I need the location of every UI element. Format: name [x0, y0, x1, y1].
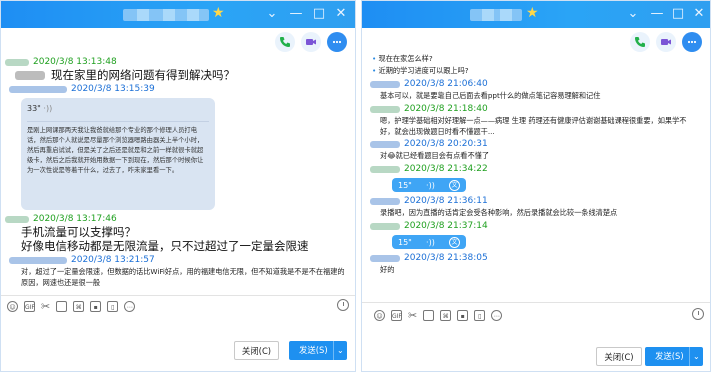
message-meta: 2020/3/8 13:15:39 — [5, 83, 351, 95]
title-bar[interactable]: ★ ⌄ — □ ✕ — [362, 1, 710, 28]
image-icon[interactable]: ▪ — [457, 310, 469, 321]
voice-transcribe-icon[interactable]: 文 — [449, 236, 460, 248]
voice-wave-icon: ·)) — [43, 104, 53, 113]
voice-message[interactable]: 15" ·)) 文 — [392, 235, 706, 249]
more-icon[interactable]: ⋯ — [124, 301, 136, 312]
message-text: 现在家里的网络问题有得到解决吗？ — [51, 68, 235, 82]
phone-icon — [635, 37, 645, 47]
send-label: 发送(S) — [655, 351, 684, 361]
more-options-button[interactable] — [682, 32, 702, 52]
send-button[interactable]: 发送(S) ⌄ — [289, 341, 347, 360]
folder-icon[interactable] — [56, 301, 68, 312]
message-history[interactable]: 2020/3/8 13:13:48 现在家里的网络问题有得到解决吗？ 2020/… — [5, 55, 351, 288]
emoji-icon[interactable]: ☺ — [374, 310, 385, 321]
more-icon — [332, 40, 342, 44]
video-call-button[interactable] — [301, 32, 321, 52]
input-toolbar: ☺ GIF ✂ ⌘ ▪ ▯ ⋯ — [374, 309, 503, 322]
shake-icon[interactable]: ▯ — [107, 301, 119, 312]
contact-name-blurred — [123, 9, 209, 21]
voice-transcript: 是刚上网课那两天我让我爸就给那个专业的那个修理人员打电话，然后那个人就说是尽量那… — [27, 127, 204, 174]
send-label: 发送(S) — [299, 345, 328, 355]
more-options-button[interactable] — [327, 32, 347, 52]
title-bar[interactable]: ★ ⌄ — □ ✕ — [1, 1, 355, 28]
minimize-icon[interactable]: ⌄ — [263, 6, 281, 22]
shake-icon[interactable]: ▯ — [474, 310, 486, 321]
history-clock-icon[interactable] — [692, 308, 704, 320]
message-meta: 2020/3/8 21:06:40 — [366, 78, 706, 90]
voice-message[interactable]: 15" ·)) 文 — [392, 178, 706, 192]
scissors-icon[interactable]: ✂ — [41, 300, 50, 313]
message-meta: 2020/3/8 21:37:14 — [366, 220, 706, 232]
message-text: 对，超过了一定量会限速，但数据的话比WiFi好点，用的福建电信无限，但不知道我是… — [21, 267, 345, 287]
message-row: 现在家里的网络问题有得到解决吗？ — [5, 68, 351, 82]
screenshot-icon[interactable]: ⌘ — [440, 310, 452, 321]
history-clock-icon[interactable] — [337, 299, 349, 311]
emoji-icon[interactable]: ☺ — [7, 301, 18, 312]
video-call-button[interactable] — [656, 32, 676, 52]
screenshot-icon[interactable]: ⌘ — [73, 301, 85, 312]
input-toolbar: ☺ GIF ✂ ⌘ ▪ ▯ ⋯ — [7, 300, 136, 313]
voice-wave-icon: ·)) — [426, 237, 435, 247]
voice-player[interactable]: 33" ·)) — [27, 104, 209, 118]
close-icon[interactable]: ✕ — [332, 6, 350, 22]
message-meta: 2020/3/8 21:36:11 — [366, 195, 706, 207]
minimize-icon[interactable]: ⌄ — [624, 6, 642, 22]
message-text: 基本可以，就是要靠自己后面去看ppt什么的做点笔记容易理解和记住 — [380, 91, 601, 100]
send-dropdown-icon[interactable]: ⌄ — [688, 347, 703, 366]
contact-name-blurred — [470, 9, 522, 21]
video-icon — [306, 39, 316, 45]
star-icon[interactable]: ★ — [526, 5, 539, 21]
left-chat-window: ★ ⌄ — □ ✕ 2020/3/8 13:13:48 现在家里的网络问题有得到… — [0, 0, 356, 372]
phone-icon — [280, 37, 290, 47]
message-meta: 2020/3/8 21:34:22 — [366, 163, 706, 175]
message-text: 好像电信移动都是无限流量，只不过超过了一定量会限速 — [21, 239, 309, 253]
close-button[interactable]: 关闭(C) — [596, 347, 642, 366]
message-text: 手机流量可以支撑吗？ — [21, 225, 136, 239]
close-icon[interactable]: ✕ — [690, 6, 708, 22]
bullet-text: • 现在在家怎么样? — [372, 54, 433, 63]
star-icon[interactable]: ★ — [212, 5, 225, 21]
restore-icon[interactable]: □ — [669, 6, 687, 22]
message-text: 好的 — [380, 265, 395, 274]
bullet-text: • 近期的学习进度可以跟上吗? — [372, 66, 469, 75]
send-dropdown-icon[interactable]: ⌄ — [332, 341, 347, 360]
restore-icon[interactable]: □ — [310, 6, 328, 22]
divider — [1, 295, 355, 296]
send-button[interactable]: 发送(S) ⌄ — [645, 347, 703, 366]
more-icon[interactable]: ⋯ — [491, 310, 503, 321]
video-icon — [661, 39, 671, 45]
maximize-icon[interactable]: — — [648, 6, 666, 22]
scissors-icon[interactable]: ✂ — [408, 309, 417, 322]
more-icon — [687, 40, 697, 44]
gif-icon[interactable]: GIF — [24, 301, 35, 312]
voice-wave-icon: ·)) — [426, 180, 435, 190]
voice-transcribe-icon[interactable]: 文 — [449, 179, 460, 191]
voice-message-card[interactable]: 33" ·)) 是刚上网课那两天我让我爸就给那个专业的那个修理人员打电话，然后那… — [21, 98, 215, 210]
message-meta: 2020/3/8 13:13:48 — [5, 56, 351, 68]
message-meta: 2020/3/8 13:17:46 — [5, 213, 351, 225]
gif-icon[interactable]: GIF — [391, 310, 402, 321]
message-meta: 2020/3/8 21:18:40 — [366, 103, 706, 115]
message-meta: 2020/3/8 20:20:31 — [366, 138, 706, 150]
message-meta: 2020/3/8 21:38:05 — [366, 252, 706, 264]
message-text: 嗯，护理学基础相对好理解一点——病理 生理 药理还有健康评估谢谢基础课程很重要，… — [380, 116, 687, 136]
phone-call-button[interactable] — [630, 32, 650, 52]
message-text: 录播吧，因为直播的话肯定会受各种影响，然后录播就会比较一条线清楚点 — [380, 208, 618, 217]
phone-call-button[interactable] — [275, 32, 295, 52]
right-chat-window: ★ ⌄ — □ ✕ • 现在在家怎么样? • 近期的学习进度可以跟上吗? 202… — [361, 0, 711, 372]
message-text: 对😂就已经看题目会有点看不懂了 — [380, 151, 490, 160]
image-icon[interactable]: ▪ — [90, 301, 102, 312]
message-meta: 2020/3/8 13:21:57 — [5, 254, 351, 266]
avatar-blurred — [15, 70, 45, 80]
close-button[interactable]: 关闭(C) — [234, 341, 279, 360]
folder-icon[interactable] — [423, 310, 435, 321]
message-history[interactable]: • 现在在家怎么样? • 近期的学习进度可以跟上吗? 2020/3/8 21:0… — [366, 53, 706, 276]
divider — [362, 302, 710, 303]
maximize-icon[interactable]: — — [287, 6, 305, 22]
